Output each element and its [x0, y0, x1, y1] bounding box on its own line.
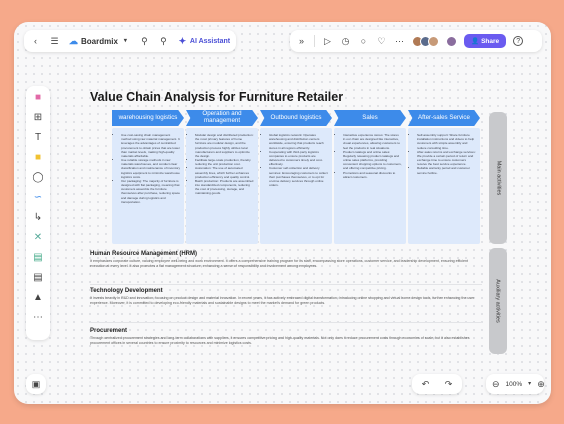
auxiliary-activities-label: Auxiliary activities: [495, 279, 501, 323]
stage-detail-item: Use cost-saving chain management method …: [121, 133, 180, 158]
ai-assistant-button[interactable]: ✦ AI Assistant: [177, 36, 230, 47]
stage-detail-item: Customer self-collection and delivery se…: [269, 166, 328, 187]
stage-detail-item: Use reliable storage methods in raw mate…: [121, 158, 180, 179]
stage-chevron[interactable]: After-sales Service: [408, 110, 480, 126]
support-activity[interactable]: Human Resource Management (HRM) It empha…: [90, 251, 482, 270]
shape-icon[interactable]: ◯: [32, 172, 43, 183]
support-activity-body: It emphasizes corporate culture, valuing…: [90, 259, 468, 269]
search-icon[interactable]: ⚲: [158, 36, 169, 47]
help-icon[interactable]: ?: [513, 36, 524, 46]
support-activity[interactable]: Procurement Through centralized procurem…: [90, 328, 482, 347]
mindmap-icon[interactable]: ✕: [33, 232, 44, 243]
history-controls: ↶ ↷: [412, 374, 462, 394]
stage-detail-item: Interactive experience stores: The store…: [343, 133, 402, 150]
zoom-in-icon[interactable]: ⊕: [537, 379, 545, 390]
stage-detail-column[interactable]: Global logistics network: Operates wareh…: [260, 128, 332, 244]
main-activities-label: Main activities: [495, 160, 502, 196]
app-window: ‹ ☰ ☁ Boardmix ▾ ⚲ ⚲ ✦ AI Assistant » ▷ …: [14, 22, 551, 404]
stage-detail-row: Use cost-saving chain management method …: [112, 128, 480, 244]
stage-detail-item: Facilitate large-scale production, there…: [195, 158, 254, 166]
zoom-controls: ⊖ 100% ▾ ⊕ ◫: [486, 374, 551, 394]
stage-detail-item: Automation: The use of automated assembl…: [195, 166, 254, 179]
support-activity-title: Human Resource Management (HRM): [90, 251, 198, 257]
stage-detail-item: Promotions and seasonal discounts to att…: [343, 171, 402, 179]
stage-detail-item: Reliable warranty period and customer se…: [417, 166, 476, 174]
avatar: [428, 35, 439, 47]
section-divider: [90, 284, 482, 285]
share-label: Share: [481, 37, 500, 45]
share-icon: 👤: [471, 38, 480, 45]
stage-detail-column[interactable]: Modular design and distributed productio…: [186, 128, 258, 244]
user-avatar[interactable]: [446, 35, 457, 47]
more-icon[interactable]: ⋯: [394, 36, 405, 47]
minimap-icon: ▣: [31, 378, 41, 389]
collaborator-avatars[interactable]: [412, 35, 439, 47]
text-icon[interactable]: T: [33, 132, 44, 143]
stage-detail-item: Global logistics network: Operates wareh…: [269, 133, 328, 150]
app-name: Boardmix: [81, 36, 118, 46]
section-divider: [90, 322, 482, 323]
menu-icon[interactable]: ☰: [49, 36, 60, 47]
cloud-icon: ☁: [69, 35, 78, 46]
stage-detail-item: Cooperating with third-party logistics c…: [269, 150, 328, 167]
back-icon[interactable]: ‹: [30, 36, 41, 47]
stage-detail-item: Our packaging: The majority of furniture…: [121, 179, 180, 204]
top-right-toolbar: » ▷ ◷ ○ ♡ ⋯ 👤 Share ?: [290, 30, 542, 52]
frame-icon[interactable]: ⊞: [33, 112, 44, 123]
tag-icon[interactable]: ⚲: [139, 36, 150, 47]
top-left-toolbar: ‹ ☰ ☁ Boardmix ▾ ⚲ ⚲ ✦ AI Assistant: [24, 30, 237, 52]
sticky-note-icon[interactable]: ■: [33, 152, 44, 163]
upload-icon[interactable]: ▲: [33, 292, 44, 303]
stage-chevron[interactable]: Outbound logistics: [260, 110, 332, 126]
expand-icon[interactable]: »: [296, 36, 307, 47]
document-icon[interactable]: ▤: [33, 272, 44, 283]
ai-assistant-label: AI Assistant: [189, 37, 231, 45]
diagram-title[interactable]: Value Chain Analysis for Furniture Retai…: [90, 90, 343, 104]
play-icon[interactable]: ▷: [322, 36, 333, 47]
stage-detail-item: Modular design and distributed productio…: [195, 133, 254, 158]
stage-detail-column[interactable]: Self-assembly support: Share furniture i…: [408, 128, 480, 244]
toolbar-divider: [314, 35, 315, 47]
more-tools-icon[interactable]: ⋯: [33, 312, 44, 323]
stage-chevron[interactable]: warehousing logistics: [112, 110, 184, 126]
pen-icon[interactable]: ∽: [33, 192, 44, 203]
stage-detail-item: After-sales returns and exchange service…: [417, 150, 476, 167]
zoom-out-icon[interactable]: ⊖: [492, 379, 500, 390]
redo-icon[interactable]: ↷: [443, 379, 454, 390]
chevron-down-icon: ▾: [123, 38, 127, 44]
primary-stage-row: warehousing logistics Operation and mana…: [112, 110, 480, 126]
undo-icon[interactable]: ↶: [420, 379, 431, 390]
zoom-level[interactable]: 100%: [506, 381, 523, 388]
table-icon[interactable]: ▤: [33, 252, 44, 263]
support-activity-title: Procurement: [90, 328, 128, 334]
main-activities-tab[interactable]: Main activities: [489, 112, 507, 244]
stage-chevron[interactable]: Sales: [334, 110, 406, 126]
auxiliary-activities-tab[interactable]: Auxiliary activities: [489, 248, 507, 354]
stage-detail-item: Product catalogs and online sales: Regul…: [343, 150, 402, 171]
support-activity-body: It invests heavily in R&D and innovation…: [90, 296, 475, 306]
timer-icon[interactable]: ◷: [340, 36, 351, 47]
support-activity-body: Through centralized procurement strategi…: [90, 336, 470, 346]
stage-detail-item: Batch production: Products are assembled…: [195, 179, 254, 196]
minimap-button[interactable]: ▣: [26, 374, 46, 394]
stage-chevron[interactable]: Operation and management: [186, 110, 258, 126]
stage-detail-column[interactable]: Use cost-saving chain management method …: [112, 128, 184, 244]
tool-sidebar: ■ ⊞ T ■ ◯ ∽ ↳ ✕ ▤ ▤ ▲ ⋯: [26, 86, 50, 340]
connector-icon[interactable]: ↳: [33, 212, 44, 223]
support-activity[interactable]: Technology Development It invests heavil…: [90, 288, 482, 307]
like-icon[interactable]: ♡: [376, 36, 387, 47]
support-activity-title: Technology Development: [90, 288, 163, 294]
stage-detail-item: Self-assembly support: Share furniture i…: [417, 133, 476, 150]
templates-icon[interactable]: ■: [33, 92, 44, 103]
comment-icon[interactable]: ○: [358, 36, 369, 47]
app-brand[interactable]: ☁ Boardmix ▾: [68, 36, 131, 47]
stage-detail-column[interactable]: Interactive experience stores: The store…: [334, 128, 406, 244]
chevron-down-icon[interactable]: ▾: [528, 379, 531, 390]
share-button[interactable]: 👤 Share: [464, 34, 507, 48]
ai-icon: ✦: [178, 35, 187, 46]
